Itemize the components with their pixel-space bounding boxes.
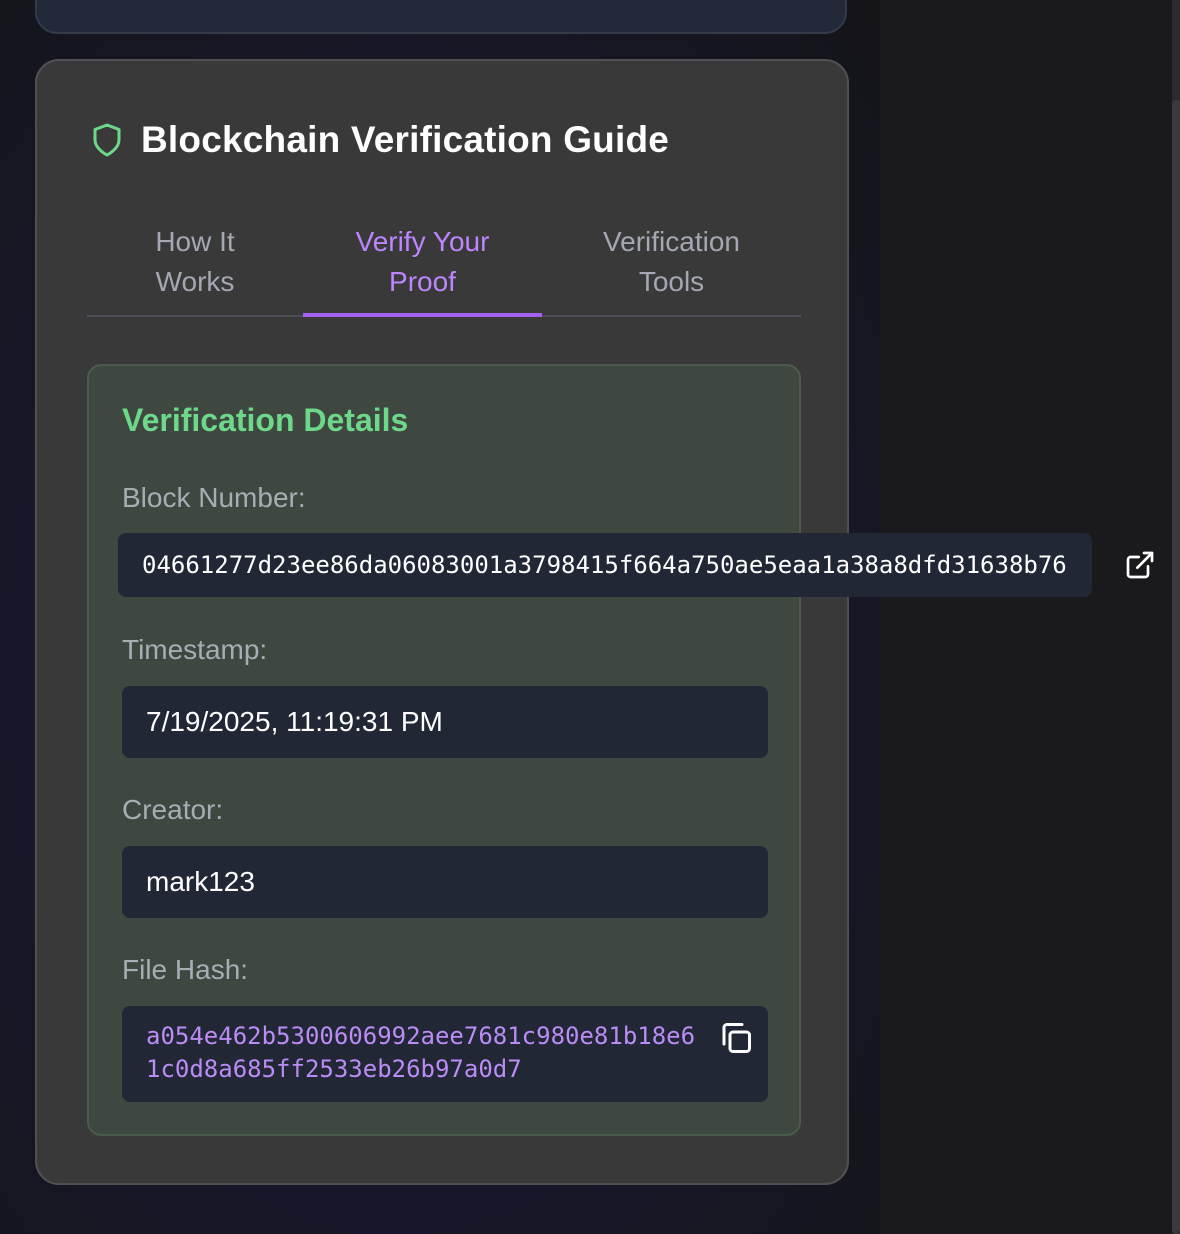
creator-value: mark123 xyxy=(146,866,255,897)
tab-how-it-works[interactable]: How It Works xyxy=(87,209,303,315)
scrollbar-thumb[interactable] xyxy=(1172,100,1180,1234)
file-hash-value[interactable]: a054e462b5300606992aee7681c980e81b18e61c… xyxy=(146,1020,696,1086)
tab-label-line2: Tools xyxy=(638,266,705,297)
tab-label-line1: Verify Your xyxy=(355,226,490,257)
tab-bar: How It Works Verify Your Proof Verificatio… xyxy=(87,209,801,317)
external-link-icon[interactable] xyxy=(1124,549,1156,581)
block-number-label: Block Number: xyxy=(122,482,306,513)
shield-icon xyxy=(93,123,121,157)
tab-label-line2: Works xyxy=(155,266,235,297)
file-hash-label: File Hash: xyxy=(122,954,249,985)
verification-details-panel: Verification Details Block Number: Times… xyxy=(87,364,801,1136)
block-number-field: 04661277d23ee86da06083001a3798415f664a75… xyxy=(118,533,1092,597)
timestamp-label: Timestamp: xyxy=(122,634,268,665)
timestamp-value: 7/19/2025, 11:19:31 PM xyxy=(146,706,443,737)
details-title: Verification Details xyxy=(122,402,409,438)
previous-card xyxy=(35,0,847,34)
verification-guide-card: Blockchain Verification Guide How It Work… xyxy=(35,59,849,1185)
guide-title: Blockchain Verification Guide xyxy=(141,119,670,160)
creator-label: Creator: xyxy=(122,794,224,825)
scrollbar-track[interactable] xyxy=(1172,0,1180,1234)
card-header: Blockchain Verification Guide xyxy=(89,119,669,161)
tab-verification-tools[interactable]: Verification Tools xyxy=(542,209,801,315)
block-number-value[interactable]: 04661277d23ee86da06083001a3798415f664a75… xyxy=(142,551,1067,579)
tab-label-line2: Proof xyxy=(389,266,456,297)
tab-label-line1: Verification xyxy=(603,226,740,257)
timestamp-field: 7/19/2025, 11:19:31 PM xyxy=(122,686,768,758)
copy-icon[interactable] xyxy=(718,1020,754,1056)
creator-field: mark123 xyxy=(122,846,768,918)
tab-label-line1: How It xyxy=(155,226,235,257)
file-hash-field: a054e462b5300606992aee7681c980e81b18e61c… xyxy=(122,1006,768,1102)
tab-verify-your-proof[interactable]: Verify Your Proof xyxy=(303,209,542,317)
